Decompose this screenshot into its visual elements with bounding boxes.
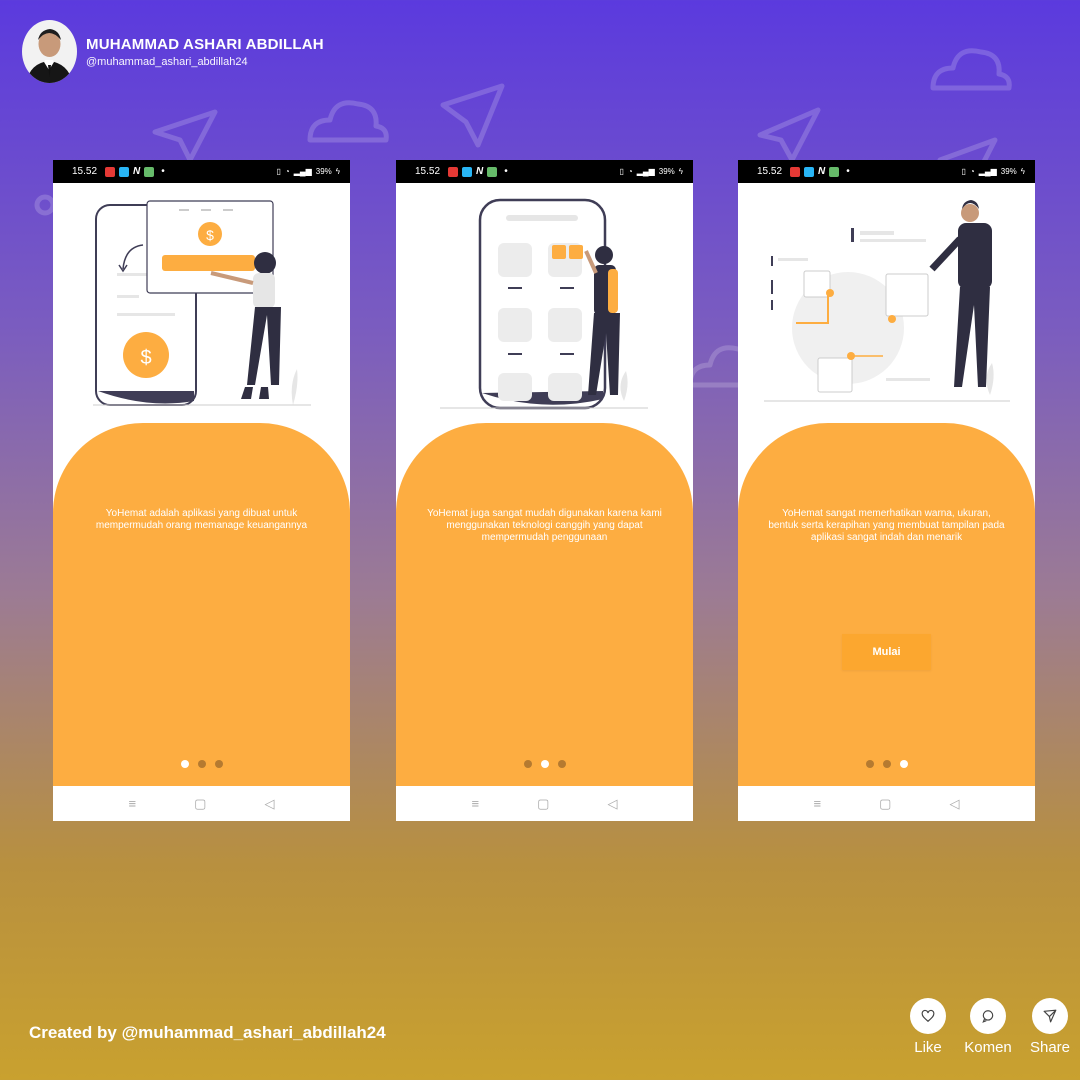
onboarding-illustration-money: $ $ [93,200,311,406]
menu-icon[interactable]: ≡ [814,796,822,811]
onboarding-illustration-design [764,200,1010,402]
wifi-icon: ◔ [627,167,633,176]
signal-icon: ▂▄▆ [636,167,655,176]
page-dot-3[interactable] [899,760,908,768]
status-bar: 15.52 N • ▯ ◔ ▂▄▆ 39% ϟ [396,160,693,183]
author-header: MUHAMMAD ASHARI ABDILLAH @muhammad_ashar… [22,20,324,83]
notification-app-icon [462,166,473,177]
signal-icon: ▂▄▆ [293,167,312,176]
page-dot-2[interactable] [540,760,549,768]
onboarding-panel: YoHemat juga sangat mudah digunakan kare… [396,423,693,786]
home-square-icon[interactable]: ▢ [537,796,549,812]
status-time: 15.52 [72,166,98,177]
notification-app-icon [487,166,498,177]
share-label: Share [1029,1039,1071,1056]
page-dot-2[interactable] [197,760,206,768]
notification-app-icon [829,166,840,177]
author-handle: @muhammad_ashari_abdillah24 [86,55,248,68]
svg-text:$: $ [206,227,214,243]
system-nav-bar: ≡ ▢ ◁ [53,786,350,821]
charging-icon: ϟ [678,167,683,176]
avatar[interactable] [22,20,77,83]
vibrate-icon: ▯ [961,167,966,176]
page-dot-3[interactable] [557,760,566,768]
back-triangle-icon[interactable]: ◁ [949,796,959,812]
battery-level: 39% [658,167,675,176]
home-square-icon[interactable]: ▢ [194,796,206,812]
netflix-icon: N [818,166,826,177]
notification-app-icon [144,166,155,177]
notification-app-icon [790,166,801,177]
page-dot-1[interactable] [865,760,874,768]
onboarding-panel: YoHemat adalah aplikasi yang dibuat untu… [53,423,350,786]
battery-level: 39% [315,167,332,176]
onboarding-caption: YoHemat sangat memerhatikan warna, ukura… [768,508,1005,543]
vibrate-icon: ▯ [276,167,281,176]
status-time: 15.52 [757,166,783,177]
menu-icon[interactable]: ≡ [472,796,480,811]
page-indicator [53,760,350,768]
paper-plane-icon [1043,1009,1057,1023]
status-bar: 15.52 N • ▯ ◔ ▂▄▆ 39% ϟ [738,160,1035,183]
creator-credit: Created by @muhammad_ashari_abdillah24 [29,1023,386,1042]
menu-icon[interactable]: ≡ [129,796,137,811]
page-dot-3[interactable] [214,760,223,768]
notification-app-icon [119,166,130,177]
author-name: MUHAMMAD ASHARI ABDILLAH [86,35,324,53]
vibrate-icon: ▯ [619,167,624,176]
notification-app-icon [105,166,116,177]
status-bar: 15.52 N • ▯ ◔ ▂▄▆ 39% ϟ [53,160,350,183]
page-dot-1[interactable] [180,760,189,768]
onboarding-panel: YoHemat sangat memerhatikan warna, ukura… [738,423,1035,786]
comment-button[interactable]: Komen [953,998,1023,1056]
notification-app-icon [804,166,815,177]
status-time: 15.52 [415,166,441,177]
chat-bubble-icon [982,1010,994,1023]
heart-icon [921,1009,935,1023]
netflix-icon: N [133,166,141,177]
page-indicator [738,760,1035,768]
system-nav-bar: ≡ ▢ ◁ [738,786,1035,821]
notification-app-icon [448,166,459,177]
phone-screen-2: 15.52 N • ▯ ◔ ▂▄▆ 39% ϟ YoHemat juga san… [396,160,693,821]
signal-icon: ▂▄▆ [978,167,997,176]
more-notifications-dot: • [846,166,850,177]
phone-screen-3: 15.52 N • ▯ ◔ ▂▄▆ 39% ϟ YoHemat sangat m… [738,160,1035,821]
onboarding-caption: YoHemat juga sangat mudah digunakan kare… [427,508,662,543]
share-button[interactable]: Share [1015,998,1080,1056]
page-dot-1[interactable] [523,760,532,768]
charging-icon: ϟ [335,167,340,176]
wifi-icon: ◔ [969,167,975,176]
page-dot-2[interactable] [882,760,891,768]
page-indicator [396,760,693,768]
svg-text:$: $ [140,347,151,369]
back-triangle-icon[interactable]: ◁ [607,796,617,812]
battery-level: 39% [1000,167,1017,176]
start-button[interactable]: Mulai [842,634,931,670]
phone-screen-1: 15.52 N • ▯ ◔ ▂▄▆ 39% ϟ $ $ YoHemat adal… [53,160,350,821]
comment-label: Komen [964,1039,1012,1056]
system-nav-bar: ≡ ▢ ◁ [396,786,693,821]
home-square-icon[interactable]: ▢ [879,796,891,812]
more-notifications-dot: • [504,166,508,177]
back-triangle-icon[interactable]: ◁ [264,796,274,812]
onboarding-illustration-apps [440,198,648,410]
charging-icon: ϟ [1020,167,1025,176]
onboarding-caption: YoHemat adalah aplikasi yang dibuat untu… [95,508,308,531]
wifi-icon: ◔ [284,167,290,176]
netflix-icon: N [476,166,484,177]
more-notifications-dot: • [161,166,165,177]
